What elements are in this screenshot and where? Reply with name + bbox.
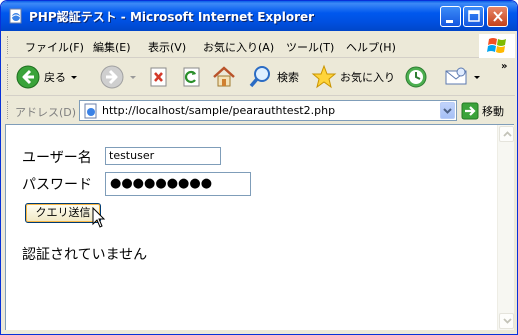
back-dropdown-icon[interactable] [71,75,77,79]
home-icon [213,66,235,87]
menu-edit[interactable]: 編集(E) [93,39,131,55]
address-bar: アドレス(D) http://localhost/sample/pearauth… [5,97,515,123]
window-title: PHP認証テスト - Microsoft Internet Explorer [29,10,315,24]
favorites-icon [311,64,337,89]
toolbar-overflow-icon[interactable]: » [501,61,507,72]
scroll-up-button[interactable] [499,126,514,142]
favorites-label: お気に入り [340,71,395,84]
forward-icon [100,65,124,89]
password-mask: ●●●●●●●●● [110,176,213,191]
mail-dropdown-icon[interactable] [474,75,480,79]
forward-dropdown-icon[interactable] [130,75,136,79]
address-field[interactable]: http://localhost/sample/pearauthtest2.ph… [79,100,457,121]
menu-bar: ファイル(F) 編集(E) 表示(V) お気に入り(A) ツール(T) ヘルプ(… [5,32,515,58]
address-url[interactable]: http://localhost/sample/pearauthtest2.ph… [102,104,335,117]
refresh-button[interactable] [181,61,203,93]
arrow-up-icon [503,131,512,137]
menu-view[interactable]: 表示(V) [148,39,186,55]
windows-logo [479,34,515,58]
scroll-down-button[interactable] [499,313,514,329]
username-input[interactable]: testuser [105,147,221,165]
search-button[interactable]: 検索 [248,61,299,93]
password-label: パスワード [22,177,92,193]
back-label: 戻る [44,71,66,84]
go-button[interactable]: 移動 [461,101,504,121]
address-label: アドレス(D) [15,106,77,119]
browser-window: PHP認証テスト - Microsoft Internet Explorer フ… [0,0,518,335]
minimize-icon [446,20,453,23]
go-arrow-icon [461,102,479,120]
history-icon [405,66,427,88]
search-icon [249,66,270,88]
standard-toolbar: 戻る 検索 お気に入り » [5,58,515,96]
page-icon [84,103,97,119]
back-button[interactable]: 戻る [15,61,77,93]
chevron-down-icon [443,108,452,114]
menu-file[interactable]: ファイル(F) [25,39,84,55]
mail-button[interactable] [443,61,480,93]
menu-grip[interactable] [7,36,10,54]
auth-status-message: 認証されていません [22,247,148,263]
stop-icon [150,67,167,87]
maximize-button[interactable] [463,6,484,27]
toolbar-grip[interactable] [7,64,10,90]
maximize-icon [468,10,480,22]
close-icon [493,11,503,22]
arrow-down-icon [503,318,512,324]
ie-page-icon [9,8,22,24]
vertical-scrollbar[interactable] [497,125,514,330]
go-label: 移動 [482,105,504,118]
home-button[interactable] [211,61,237,93]
windows-flag-icon [487,38,506,53]
menu-favorites[interactable]: お気に入り(A) [203,39,274,55]
back-icon [16,65,40,89]
menu-help[interactable]: ヘルプ(H) [346,39,396,55]
forward-button[interactable] [99,61,136,93]
submit-button[interactable]: クエリ送信 [25,203,101,223]
refresh-icon [183,67,200,87]
stop-button[interactable] [148,61,170,93]
password-input[interactable]: ●●●●●●●●● [105,172,251,196]
mouse-cursor-icon [92,207,106,228]
menu-tools[interactable]: ツール(T) [286,39,334,55]
search-label: 検索 [277,71,299,84]
username-label: ユーザー名 [22,150,92,166]
history-button[interactable] [403,61,429,93]
favorites-button[interactable]: お気に入り [311,61,395,93]
mail-icon [445,67,467,85]
minimize-button[interactable] [440,6,461,27]
page-viewport: ユーザー名 testuser パスワード ●●●●●●●●● クエリ送信 認証さ… [5,124,514,330]
title-bar[interactable]: PHP認証テスト - Microsoft Internet Explorer [1,1,517,31]
address-grip[interactable] [7,101,10,119]
address-dropdown-button[interactable] [440,102,455,119]
close-button[interactable] [487,6,508,27]
